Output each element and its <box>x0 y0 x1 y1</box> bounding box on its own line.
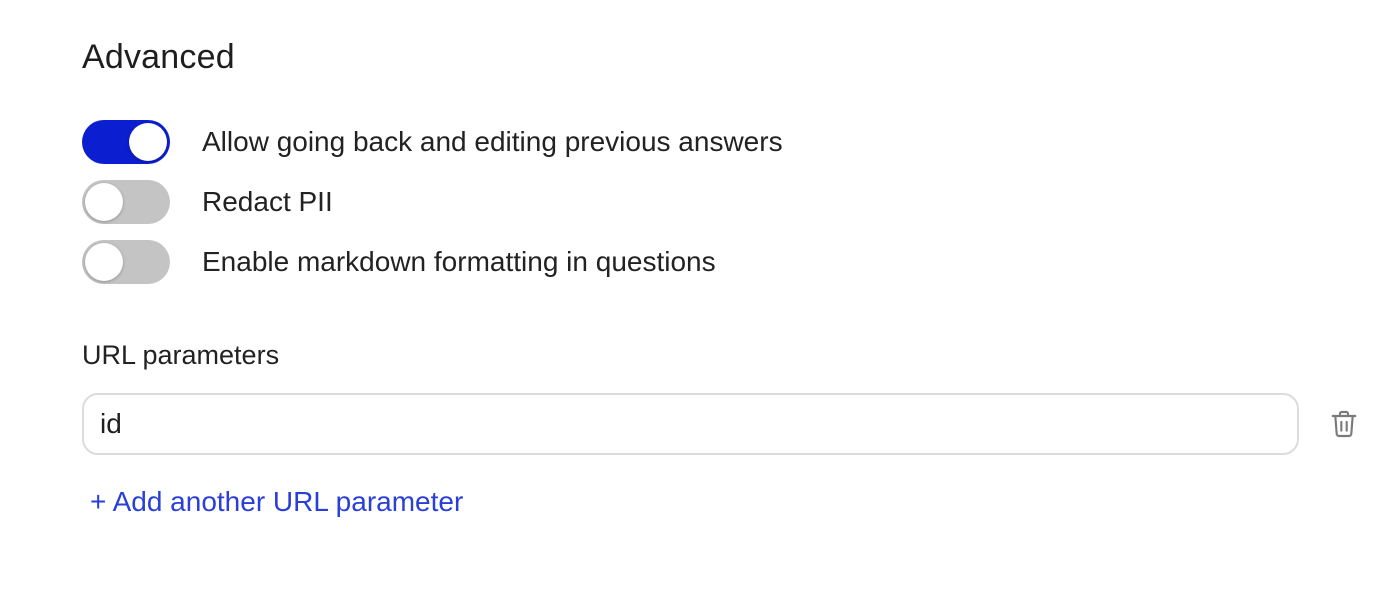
trash-icon[interactable] <box>1328 408 1360 440</box>
toggle-knob <box>85 243 123 281</box>
toggle-knob <box>129 123 167 161</box>
toggle-knob <box>85 183 123 221</box>
toggle-row-allow-going-back: Allow going back and editing previous an… <box>82 120 783 164</box>
enable-markdown-toggle[interactable] <box>82 240 170 284</box>
redact-pii-label: Redact PII <box>202 186 333 217</box>
url-parameter-input[interactable] <box>82 393 1299 455</box>
allow-going-back-label: Allow going back and editing previous an… <box>202 126 783 157</box>
section-title: Advanced <box>82 38 235 76</box>
toggle-row-redact-pii: Redact PII <box>82 180 333 224</box>
toggle-row-enable-markdown: Enable markdown formatting in questions <box>82 240 716 284</box>
allow-going-back-toggle[interactable] <box>82 120 170 164</box>
enable-markdown-label: Enable markdown formatting in questions <box>202 246 716 277</box>
redact-pii-toggle[interactable] <box>82 180 170 224</box>
add-url-parameter-link[interactable]: + Add another URL parameter <box>90 486 463 518</box>
url-parameters-label: URL parameters <box>82 340 280 370</box>
